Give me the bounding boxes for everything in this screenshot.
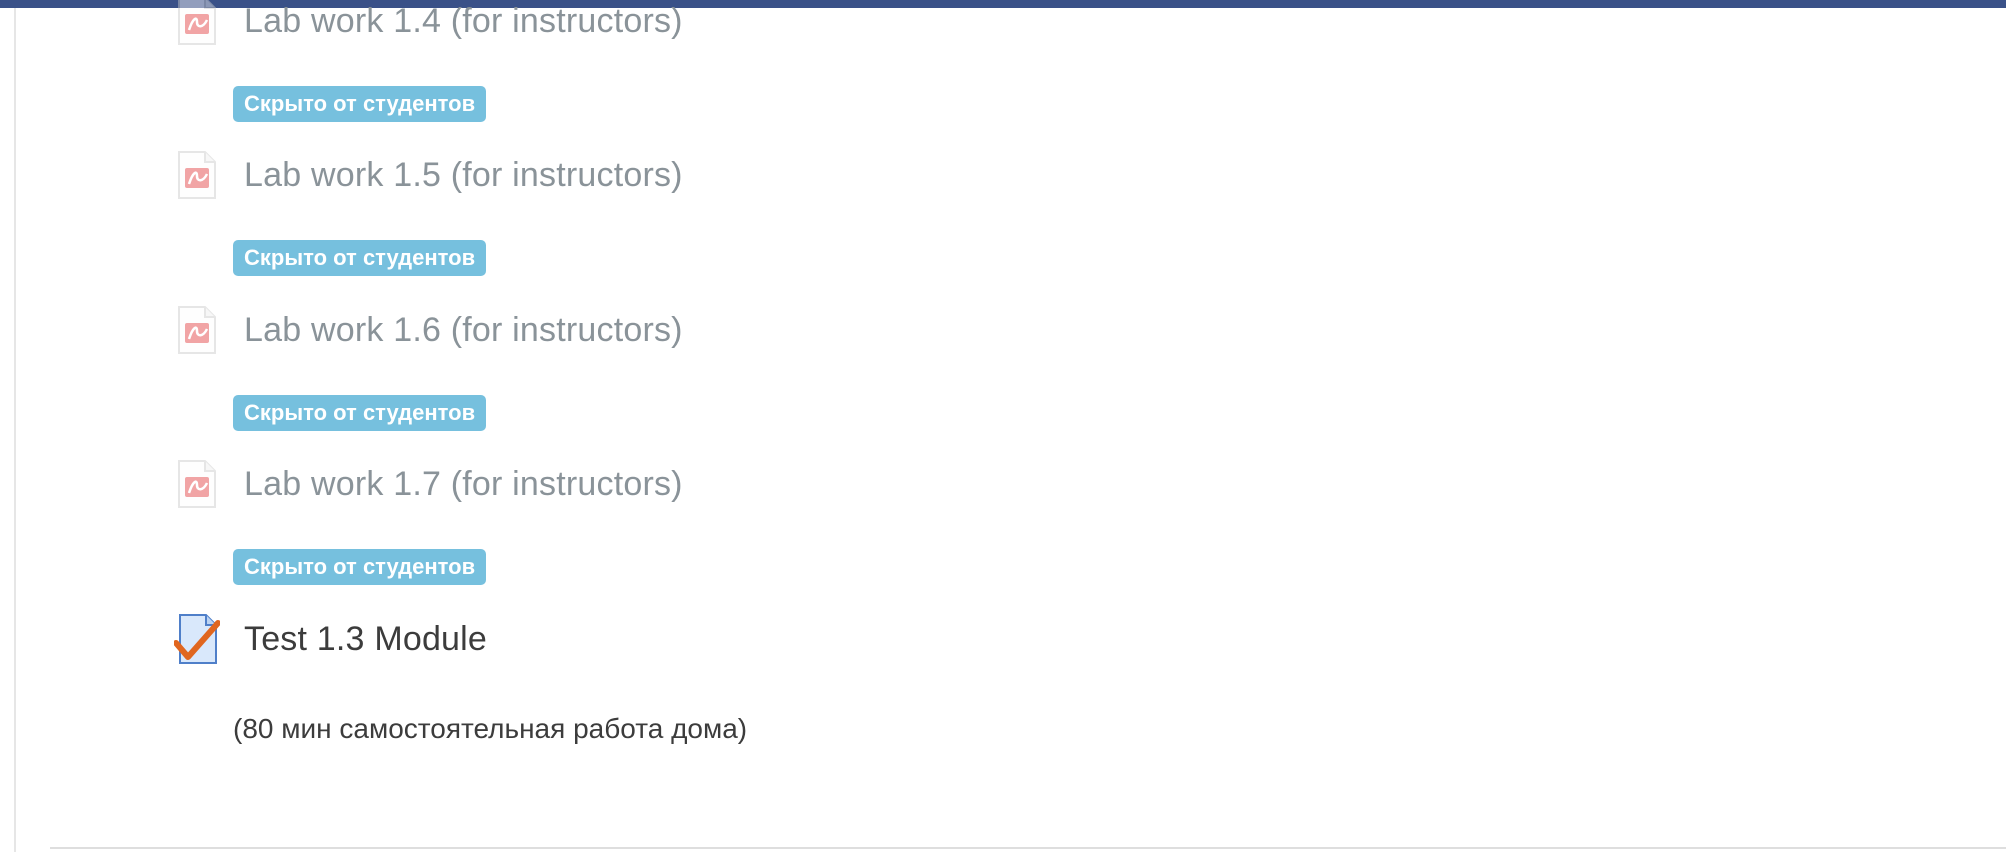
activity-lab-work-1-7[interactable]: Lab work 1.7 (for instructors) — [174, 456, 683, 512]
activity-test-1-3-module[interactable]: Test 1.3 Module — [174, 611, 487, 667]
activity-description: (80 мин самостоятельная работа дома) — [233, 713, 748, 744]
hidden-from-students-badge: Скрыто от студентов — [233, 395, 487, 431]
activity-title-link[interactable]: Lab work 1.4 (for instructors) — [244, 2, 683, 41]
section-divider — [50, 847, 2006, 849]
pdf-file-icon — [174, 0, 220, 47]
pdf-file-icon — [174, 458, 220, 510]
activity-title-link[interactable]: Test 1.3 Module — [244, 620, 487, 659]
section-left-border — [14, 8, 16, 852]
activity-title-link[interactable]: Lab work 1.6 (for instructors) — [244, 311, 683, 350]
quiz-checkmark-icon — [174, 613, 220, 665]
hidden-from-students-badge: Скрыто от студентов — [233, 549, 487, 585]
activity-title-link[interactable]: Lab work 1.5 (for instructors) — [244, 156, 683, 195]
activity-lab-work-1-4[interactable]: Lab work 1.4 (for instructors) — [174, 0, 683, 49]
hidden-from-students-badge: Скрыто от студентов — [233, 240, 487, 276]
pdf-file-icon — [174, 304, 220, 356]
pdf-file-icon — [174, 149, 220, 201]
hidden-from-students-badge: Скрыто от студентов — [233, 86, 487, 122]
activity-lab-work-1-6[interactable]: Lab work 1.6 (for instructors) — [174, 302, 683, 358]
activity-lab-work-1-5[interactable]: Lab work 1.5 (for instructors) — [174, 147, 683, 203]
activity-title-link[interactable]: Lab work 1.7 (for instructors) — [244, 465, 683, 504]
